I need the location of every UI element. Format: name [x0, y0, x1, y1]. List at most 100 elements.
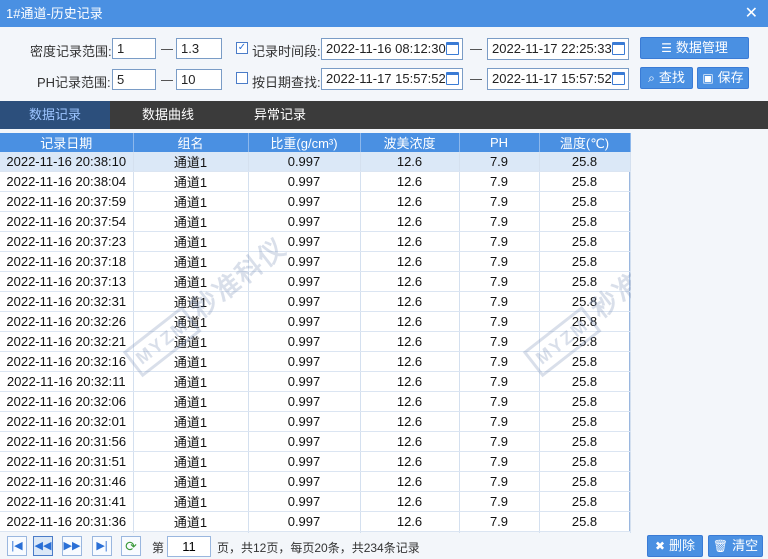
table-cell: 通道1	[133, 451, 249, 472]
calendar-icon[interactable]	[612, 72, 625, 85]
density-min-input[interactable]	[112, 38, 156, 59]
table-row[interactable]: 2022-11-16 20:32:06 通道1 0.997 12.6 7.9 25.8	[0, 391, 631, 412]
table-row[interactable]: 2022-11-16 20:37:54 通道1 0.997 12.6 7.9 25.8	[0, 211, 631, 232]
table-cell: 25.8	[539, 491, 631, 512]
table-cell: 12.6	[360, 351, 460, 372]
search-button[interactable]: ⌕ 查找	[640, 67, 693, 89]
window-title: 1#通道-历史记录	[6, 6, 103, 21]
ph-max-input[interactable]	[176, 69, 222, 90]
table-cell: 0.997	[248, 451, 361, 472]
clear-button[interactable]: 🗑 清空	[708, 535, 763, 557]
first-page-icon[interactable]: |◀	[7, 536, 27, 556]
column-header[interactable]: PH	[459, 133, 540, 152]
table-row[interactable]: 2022-11-16 20:37:18 通道1 0.997 12.6 7.9 25.8	[0, 251, 631, 272]
table-cell: 2022-11-16 20:32:31	[0, 291, 134, 312]
density-max-input[interactable]	[176, 38, 222, 59]
table-body: 2022-11-16 20:38:10 通道1 0.997 12.6 7.9 25.8 20…	[0, 152, 631, 552]
column-header[interactable]: 温度(℃)	[539, 133, 631, 152]
table-cell: 2022-11-16 20:31:56	[0, 431, 134, 452]
table-row[interactable]: 2022-11-16 20:32:31 通道1 0.997 12.6 7.9 25.8	[0, 291, 631, 312]
ph-min-input[interactable]	[112, 69, 156, 90]
database-icon: ☰	[661, 41, 672, 55]
refresh-icon[interactable]: ⟳	[121, 536, 141, 556]
data-management-button[interactable]: ☰ 数据管理	[640, 37, 749, 59]
table-cell: 2022-11-16 20:37:13	[0, 271, 134, 292]
next-page-icon[interactable]: ▶▶	[62, 536, 82, 556]
table-cell: 0.997	[248, 351, 361, 372]
time-start-picker[interactable]: 2022-11-16 08:12:30	[321, 38, 463, 60]
calendar-icon[interactable]	[446, 42, 459, 55]
table-cell: 通道1	[133, 351, 249, 372]
delete-button[interactable]: ✖ 删除	[647, 535, 703, 557]
clear-label: 清空	[732, 538, 759, 553]
last-page-icon[interactable]: ▶|	[92, 536, 112, 556]
table-row[interactable]: 2022-11-16 20:37:23 通道1 0.997 12.6 7.9 25.8	[0, 231, 631, 252]
table-row[interactable]: 2022-11-16 20:38:10 通道1 0.997 12.6 7.9 25.8	[0, 152, 631, 172]
save-button[interactable]: ▣ 保存	[697, 67, 749, 89]
table-cell: 通道1	[133, 152, 249, 172]
table-row[interactable]: 2022-11-16 20:37:59 通道1 0.997 12.6 7.9 25.8	[0, 191, 631, 212]
table-cell: 7.9	[459, 211, 540, 232]
table-row[interactable]: 2022-11-16 20:31:46 通道1 0.997 12.6 7.9 25.8	[0, 471, 631, 492]
table-cell: 12.6	[360, 451, 460, 472]
table-row[interactable]: 2022-11-16 20:31:41 通道1 0.997 12.6 7.9 25.8	[0, 491, 631, 512]
tab-data-curve[interactable]: 数据曲线	[113, 101, 223, 129]
column-header[interactable]: 组名	[133, 133, 249, 152]
table-cell: 通道1	[133, 511, 249, 532]
range-dash	[161, 80, 173, 81]
table-cell: 7.9	[459, 411, 540, 432]
column-header[interactable]: 波美浓度	[360, 133, 460, 152]
table-cell: 0.997	[248, 171, 361, 192]
table-cell: 通道1	[133, 391, 249, 412]
data-management-label: 数据管理	[675, 40, 728, 55]
date-start-picker[interactable]: 2022-11-17 15:57:52	[321, 68, 463, 90]
range-dash	[161, 49, 173, 50]
table-cell: 12.6	[360, 211, 460, 232]
column-header[interactable]: 比重(g/cm³)	[248, 133, 361, 152]
table-cell: 25.8	[539, 271, 631, 292]
close-icon[interactable]: ✕	[745, 0, 758, 27]
table-row[interactable]: 2022-11-16 20:31:51 通道1 0.997 12.6 7.9 25.8	[0, 451, 631, 472]
prev-page-icon[interactable]: ◀◀	[33, 536, 53, 556]
table-cell: 25.8	[539, 431, 631, 452]
table-row[interactable]: 2022-11-16 20:32:16 通道1 0.997 12.6 7.9 25.8	[0, 351, 631, 372]
table-row[interactable]: 2022-11-16 20:32:21 通道1 0.997 12.6 7.9 25.8	[0, 331, 631, 352]
table-row[interactable]: 2022-11-16 20:32:26 通道1 0.997 12.6 7.9 25.8	[0, 311, 631, 332]
table-cell: 0.997	[248, 491, 361, 512]
table-cell: 通道1	[133, 231, 249, 252]
table-row[interactable]: 2022-11-16 20:31:56 通道1 0.997 12.6 7.9 25.8	[0, 431, 631, 452]
calendar-icon[interactable]	[446, 72, 459, 85]
table-cell: 0.997	[248, 191, 361, 212]
table-cell: 12.6	[360, 391, 460, 412]
table-cell: 25.8	[539, 251, 631, 272]
title-bar: 1#通道-历史记录 ✕	[0, 0, 768, 27]
table-cell: 25.8	[539, 411, 631, 432]
table-cell: 2022-11-16 20:37:18	[0, 251, 134, 272]
time-range-checkbox[interactable]: ✓	[236, 42, 248, 54]
table-row[interactable]: 2022-11-16 20:37:13 通道1 0.997 12.6 7.9 25.8	[0, 271, 631, 292]
tab-data-records[interactable]: 数据记录	[0, 101, 110, 129]
table-cell: 7.9	[459, 391, 540, 412]
range-dash	[470, 79, 482, 80]
date-end-picker[interactable]: 2022-11-17 15:57:52	[487, 68, 629, 90]
column-header[interactable]: 记录日期	[0, 133, 134, 152]
table-header-row: 记录日期 组名 比重(g/cm³) 波美浓度 PH 温度(℃)	[0, 133, 631, 152]
table-cell: 0.997	[248, 251, 361, 272]
table-cell: 25.8	[539, 511, 631, 532]
time-end-picker[interactable]: 2022-11-17 22:25:33	[487, 38, 629, 60]
table-cell: 7.9	[459, 371, 540, 392]
table-cell: 25.8	[539, 451, 631, 472]
table-cell: 7.9	[459, 451, 540, 472]
page-number-input[interactable]	[167, 536, 211, 557]
table-row[interactable]: 2022-11-16 20:32:01 通道1 0.997 12.6 7.9 25.8	[0, 411, 631, 432]
tab-abnormal-records[interactable]: 异常记录	[225, 101, 335, 129]
table-row[interactable]: 2022-11-16 20:31:36 通道1 0.997 12.6 7.9 25.8	[0, 511, 631, 532]
page-prefix: 第	[152, 541, 165, 555]
table-cell: 0.997	[248, 271, 361, 292]
filter-panel: 密度记录范围: PH记录范围: ✓ 记录时间段: 2022-11-16 08:1…	[0, 27, 768, 101]
table-row[interactable]: 2022-11-16 20:38:04 通道1 0.997 12.6 7.9 25.8	[0, 171, 631, 192]
calendar-icon[interactable]	[612, 42, 625, 55]
table-cell: 2022-11-16 20:37:54	[0, 211, 134, 232]
table-row[interactable]: 2022-11-16 20:32:11 通道1 0.997 12.6 7.9 25.8	[0, 371, 631, 392]
date-search-checkbox[interactable]	[236, 72, 248, 84]
